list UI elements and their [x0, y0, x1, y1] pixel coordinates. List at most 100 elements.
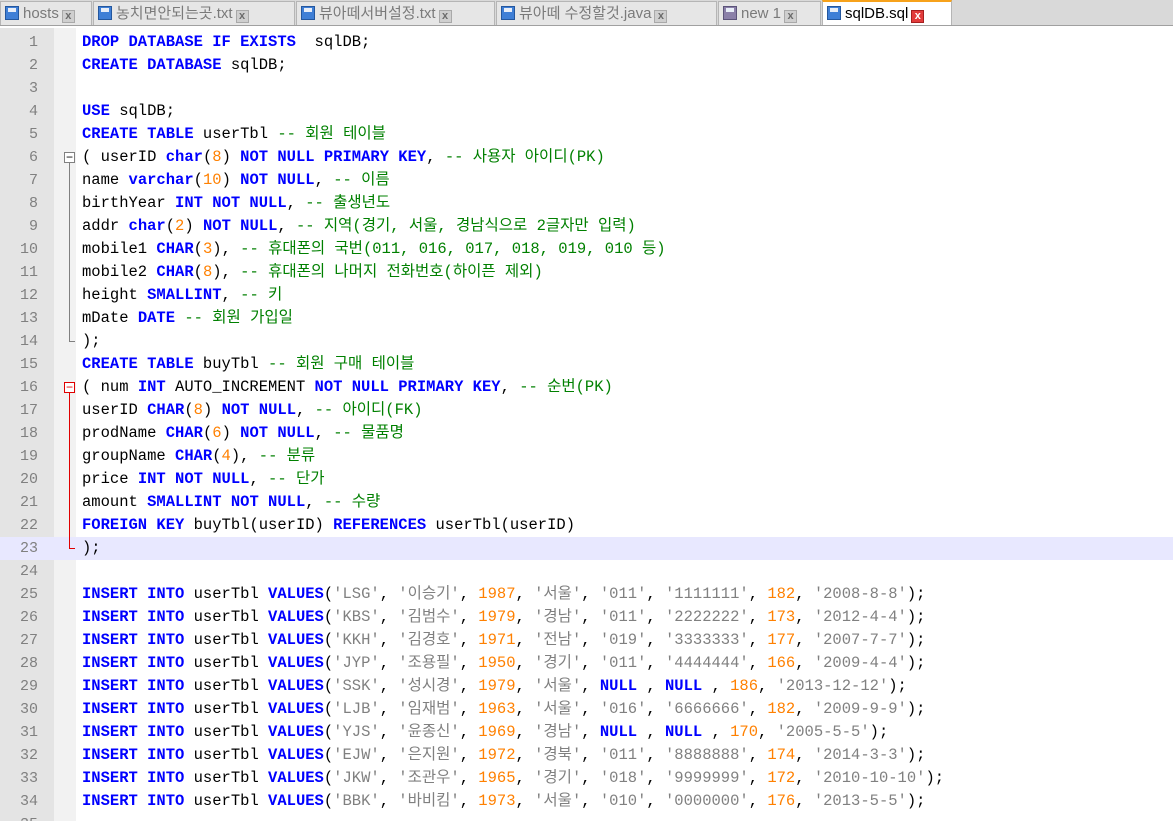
code-line[interactable]: 21 amount SMALLINT NOT NULL, -- 수량	[0, 491, 1173, 514]
token: ,	[515, 631, 535, 649]
code-line[interactable]: 26 INSERT INTO userTbl VALUES('KBS', '김범수…	[0, 606, 1173, 629]
token: ,	[314, 171, 334, 189]
token: ,	[459, 769, 479, 787]
line-number: 8	[28, 195, 38, 212]
token: ,	[758, 723, 777, 741]
code-line[interactable]: 2 CREATE DATABASE sqlDB;	[0, 54, 1173, 77]
token: ,	[296, 401, 315, 419]
save-disk-icon	[827, 6, 841, 20]
fold-toggle-icon[interactable]: −	[64, 381, 75, 393]
token: '011'	[599, 746, 647, 764]
code-line[interactable]: 35	[0, 813, 1173, 821]
code-line[interactable]: 31 INSERT INTO userTbl VALUES('YJS', '윤종신…	[0, 721, 1173, 744]
code-editor[interactable]: 1 DROP DATABASE IF EXISTS sqlDB; 2 CREATE D…	[0, 28, 1173, 821]
tab-label: new 1	[741, 5, 782, 22]
code-line[interactable]: 18 prodName CHAR(6) NOT NULL, -- 물품명	[0, 422, 1173, 445]
line-number: 24	[19, 563, 38, 580]
code-line[interactable]: 32 INSERT INTO userTbl VALUES('EJW', '은지원…	[0, 744, 1173, 767]
token: '2222222'	[664, 608, 749, 626]
code-line[interactable]: 12 height SMALLINT, -- 키	[0, 284, 1173, 307]
token: '경남'	[534, 608, 582, 626]
code-line[interactable]: 19 groupName CHAR(4), -- 분류	[0, 445, 1173, 468]
tab-2[interactable]: 뷰아떼서버설정.txt x	[296, 1, 495, 25]
token: ,	[795, 792, 814, 810]
code-line[interactable]: 9 addr char(2) NOT NULL, -- 지역(경기, 서울, 경남…	[0, 215, 1173, 238]
close-tab-icon[interactable]: x	[438, 10, 452, 23]
code-line[interactable]: 7 name varchar(10) NOT NULL, -- 이름	[0, 169, 1173, 192]
token: 'KBS'	[333, 608, 380, 626]
close-tab-icon[interactable]: x	[235, 10, 249, 23]
tab-4[interactable]: new 1x	[718, 1, 821, 25]
code-line[interactable]: 5 CREATE TABLE userTbl -- 회원 테이블	[0, 123, 1173, 146]
code-text: prodName CHAR(6) NOT NULL, -- 물품명	[82, 422, 404, 445]
code-line[interactable]: 22 FOREIGN KEY buyTbl(userID) REFERENCES …	[0, 514, 1173, 537]
token: )	[221, 171, 241, 189]
code-text: INSERT INTO userTbl VALUES('LJB', '임재범',…	[82, 698, 925, 721]
code-line[interactable]: 25 INSERT INTO userTbl VALUES('LSG', '이승기…	[0, 583, 1173, 606]
line-number: 27	[19, 632, 38, 649]
tab-label: 뷰아떼서버설정.txt	[319, 5, 436, 22]
tab-1[interactable]: 농치면안되는곳.txt x	[93, 1, 295, 25]
code-line[interactable]: 13 mDate DATE -- 회원 가입일	[0, 307, 1173, 330]
code-line[interactable]: 29 INSERT INTO userTbl VALUES('SSK', '성시경…	[0, 675, 1173, 698]
token: ,	[426, 148, 445, 166]
token: 166	[767, 654, 796, 672]
token: '김경호'	[398, 631, 460, 649]
token: '2009-4-4'	[813, 654, 907, 672]
code-line[interactable]: 34 INSERT INTO userTbl VALUES('BBK', '바비킴…	[0, 790, 1173, 813]
token: 1979	[478, 608, 516, 626]
token: (	[323, 746, 334, 764]
token: CHAR	[165, 424, 203, 442]
token: ,	[748, 585, 768, 603]
code-line[interactable]: 17 userID CHAR(8) NOT NULL, -- 아이디(FK)	[0, 399, 1173, 422]
code-text: CREATE TABLE userTbl -- 회원 테이블	[82, 123, 386, 146]
token: buyTbl(userID)	[184, 516, 334, 534]
token: ),	[230, 447, 259, 465]
code-line[interactable]: 24	[0, 560, 1173, 583]
tab-0[interactable]: hosts x	[0, 1, 92, 25]
token: );	[906, 700, 926, 718]
code-line[interactable]: 15 CREATE TABLE buyTbl -- 회원 구매 테이블	[0, 353, 1173, 376]
tab-3[interactable]: 뷰아떼 수정할것.java x	[496, 1, 717, 25]
code-line[interactable]: 6 ( userID char(8) NOT NULL PRIMARY KEY, …	[0, 146, 1173, 169]
close-tab-icon[interactable]: x	[911, 10, 925, 23]
code-line[interactable]: 23);	[0, 537, 1173, 560]
token: )	[221, 148, 241, 166]
token: '조용필'	[398, 654, 460, 672]
tab-5[interactable]: sqlDB.sql x	[822, 0, 952, 25]
code-line[interactable]: 10 mobile1 CHAR(3), -- 휴대폰의 국번(011, 016, …	[0, 238, 1173, 261]
token: 'JYP'	[333, 654, 380, 672]
token: VALUES	[268, 585, 324, 603]
token: 8	[212, 148, 222, 166]
code-line[interactable]: 33 INSERT INTO userTbl VALUES('JKW', '조관우…	[0, 767, 1173, 790]
fold-toggle-icon[interactable]: −	[64, 151, 75, 163]
token: price	[82, 470, 138, 488]
token: ,	[314, 424, 334, 442]
token: ,	[515, 700, 535, 718]
code-text: INSERT INTO userTbl VALUES('YJS', '윤종신',…	[82, 721, 888, 744]
token: '2014-3-3'	[813, 746, 907, 764]
code-text: CREATE TABLE buyTbl -- 회원 구매 테이블	[82, 353, 414, 376]
code-line[interactable]: 8 birthYear INT NOT NULL, -- 출생년도	[0, 192, 1173, 215]
code-line[interactable]: 30 INSERT INTO userTbl VALUES('LJB', '임재범…	[0, 698, 1173, 721]
code-line[interactable]: 28 INSERT INTO userTbl VALUES('JYP', '조용필…	[0, 652, 1173, 675]
close-tab-icon[interactable]: x	[784, 10, 798, 23]
code-line[interactable]: 27 INSERT INTO userTbl VALUES('KKH', '김경호…	[0, 629, 1173, 652]
code-line[interactable]: 1 DROP DATABASE IF EXISTS sqlDB;	[0, 31, 1173, 54]
close-tab-icon[interactable]: x	[61, 10, 75, 23]
token: VALUES	[268, 677, 324, 695]
code-line[interactable]: 20 price INT NOT NULL, -- 단가	[0, 468, 1173, 491]
close-tab-icon[interactable]: x	[654, 10, 668, 23]
code-line[interactable]: 3	[0, 77, 1173, 100]
token: )	[202, 401, 222, 419]
code-line[interactable]: 11 mobile2 CHAR(8), -- 휴대폰의 나머지 전화번호(하이픈 …	[0, 261, 1173, 284]
token: );	[888, 677, 907, 695]
token: INSERT INTO	[82, 769, 185, 787]
code-line[interactable]: 14);	[0, 330, 1173, 353]
token: userTbl	[184, 723, 269, 741]
token: -- 지역(경기, 서울, 경남식으로 2글자만 입력)	[296, 217, 636, 235]
token: ,	[581, 585, 600, 603]
code-line[interactable]: 4 USE sqlDB;	[0, 100, 1173, 123]
code-line[interactable]: 16 ( num INT AUTO_INCREMENT NOT NULL PRIM…	[0, 376, 1173, 399]
token: addr	[82, 217, 129, 235]
